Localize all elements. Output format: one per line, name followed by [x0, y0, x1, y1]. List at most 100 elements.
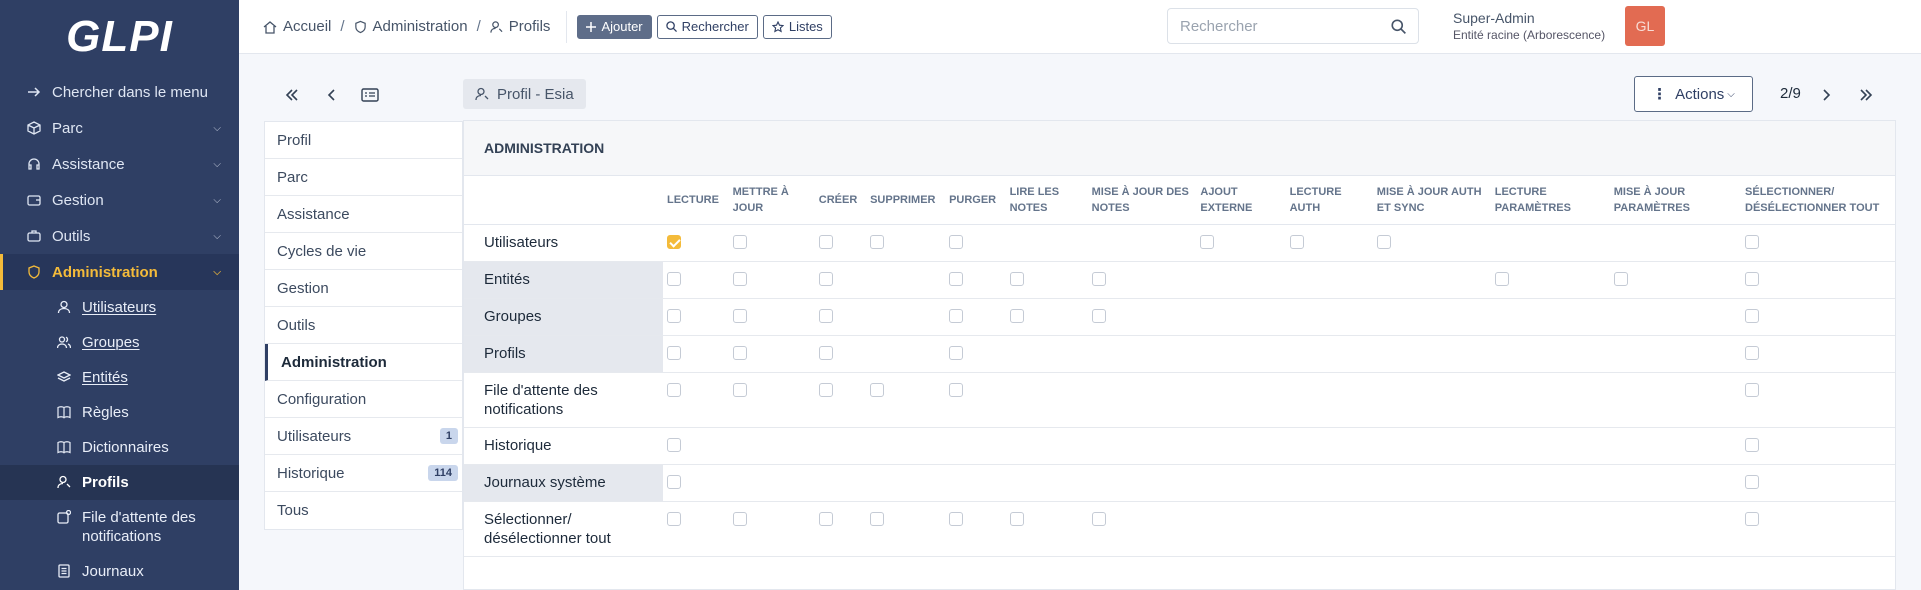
right-checkbox[interactable] — [667, 382, 681, 397]
sidebar-item-groupes[interactable]: Groupes — [0, 325, 239, 360]
right-checkbox[interactable] — [949, 511, 964, 526]
sidebar-item-journaux[interactable]: Journaux — [0, 554, 239, 589]
breadcrumb-home[interactable]: Accueil — [283, 18, 331, 35]
breadcrumb-administration[interactable]: Administration — [373, 18, 468, 35]
next-item-icon[interactable] — [1814, 83, 1838, 107]
right-checkbox[interactable] — [1745, 511, 1760, 526]
breadcrumb-profils[interactable]: Profils — [509, 18, 551, 35]
right-checkbox[interactable] — [1745, 437, 1760, 452]
right-checkbox[interactable] — [1200, 234, 1215, 249]
first-item-icon[interactable] — [280, 83, 304, 107]
right-checkbox[interactable] — [667, 234, 681, 249]
right-checkbox[interactable] — [818, 511, 833, 526]
sidebar-section-administration[interactable]: Administration ⌵ — [0, 254, 239, 290]
right-checkbox[interactable] — [818, 345, 833, 360]
right-checkbox[interactable] — [1745, 474, 1760, 489]
right-checkbox[interactable] — [667, 308, 681, 323]
column-header: Mise à jour paramètres — [1609, 176, 1742, 225]
right-checkbox[interactable] — [949, 345, 964, 360]
sidebar-item-dictionnaires[interactable]: Dictionnaires — [0, 430, 239, 465]
right-checkbox[interactable] — [732, 308, 747, 323]
search-button[interactable]: Rechercher — [656, 14, 758, 39]
sidebar-item-notifications-queue[interactable]: File d'attente des notifications — [0, 500, 239, 554]
right-checkbox[interactable] — [732, 511, 747, 526]
tab-administration[interactable]: Administration — [265, 344, 462, 381]
right-checkbox[interactable] — [667, 345, 681, 360]
right-checkbox[interactable] — [1091, 511, 1106, 526]
sidebar-section-assistance[interactable]: Assistance ⌵ — [0, 146, 239, 182]
right-checkbox[interactable] — [949, 382, 964, 397]
glpi-logo[interactable]: GLPI — [0, 0, 239, 74]
tab-cycles-de-vie[interactable]: Cycles de vie — [265, 233, 462, 270]
sidebar-item-utilisateurs[interactable]: Utilisateurs — [0, 290, 239, 325]
right-checkbox[interactable] — [818, 308, 833, 323]
right-checkbox[interactable] — [667, 474, 681, 489]
right-checkbox[interactable] — [1745, 234, 1760, 249]
right-checkbox[interactable] — [1091, 308, 1106, 323]
right-checkbox[interactable] — [1091, 271, 1106, 286]
right-checkbox[interactable] — [732, 234, 747, 249]
right-checkbox[interactable] — [949, 234, 964, 249]
right-checkbox[interactable] — [870, 234, 885, 249]
right-checkbox[interactable] — [1745, 308, 1760, 323]
right-checkbox[interactable] — [1376, 234, 1391, 249]
sidebar-item-profils[interactable]: Profils — [0, 465, 239, 500]
right-checkbox[interactable] — [732, 271, 747, 286]
right-checkbox[interactable] — [1494, 271, 1509, 286]
right-checkbox[interactable] — [1613, 271, 1628, 286]
global-search-input[interactable]: Rechercher — [1167, 8, 1419, 44]
tabs-list: Profil Parc Assistance Cycles de vie Ges… — [264, 121, 463, 530]
table-row: Journaux système — [464, 464, 1895, 502]
tab-utilisateurs[interactable]: Utilisateurs 1 — [265, 418, 462, 455]
tab-gestion[interactable]: Gestion — [265, 270, 462, 307]
actions-button[interactable]: ⋮ Actions ⌵ — [1634, 76, 1753, 112]
right-checkbox[interactable] — [1745, 382, 1760, 397]
right-checkbox[interactable] — [818, 271, 833, 286]
right-checkbox[interactable] — [667, 511, 681, 526]
right-checkbox[interactable] — [1009, 308, 1024, 323]
add-button[interactable]: Ajouter — [577, 14, 652, 39]
right-checkbox[interactable] — [949, 271, 964, 286]
menu-search[interactable]: Chercher dans le menu — [0, 74, 239, 110]
tab-configuration[interactable]: Configuration — [265, 381, 462, 418]
right-checkbox[interactable] — [1009, 271, 1024, 286]
search-icon[interactable] — [1391, 18, 1406, 34]
right-checkbox[interactable] — [870, 382, 885, 397]
right-checkbox[interactable] — [732, 345, 747, 360]
right-checkbox[interactable] — [870, 511, 885, 526]
column-header: Lecture paramètres — [1490, 176, 1610, 225]
right-checkbox[interactable] — [818, 382, 833, 397]
users-icon — [56, 334, 72, 350]
book-icon — [56, 404, 72, 420]
sidebar-section-outils[interactable]: Outils ⌵ — [0, 218, 239, 254]
sidebar-item-entites[interactable]: Entités — [0, 360, 239, 395]
tab-outils[interactable]: Outils — [265, 307, 462, 344]
right-checkbox[interactable] — [1745, 345, 1760, 360]
right-checkbox[interactable] — [1289, 234, 1304, 249]
last-item-icon[interactable] — [1854, 83, 1878, 107]
chevron-down-icon: ⌵ — [213, 230, 221, 242]
column-header: Purger — [945, 176, 1006, 225]
avatar[interactable]: GL — [1625, 6, 1665, 46]
tab-historique[interactable]: Historique 114 — [265, 455, 462, 492]
right-checkbox[interactable] — [818, 234, 833, 249]
lists-button[interactable]: Listes — [762, 14, 832, 39]
sidebar-item-regles[interactable]: Règles — [0, 395, 239, 430]
right-checkbox[interactable] — [667, 437, 681, 452]
list-view-icon[interactable] — [358, 83, 382, 107]
tab-parc[interactable]: Parc — [265, 159, 462, 196]
right-checkbox[interactable] — [732, 382, 747, 397]
tab-tous[interactable]: Tous — [265, 492, 462, 529]
right-checkbox[interactable] — [949, 308, 964, 323]
right-checkbox[interactable] — [667, 271, 681, 286]
previous-item-icon[interactable] — [320, 83, 344, 107]
right-checkbox[interactable] — [1745, 271, 1760, 286]
row-label: Historique — [464, 427, 663, 465]
tab-assistance[interactable]: Assistance — [265, 196, 462, 233]
tab-profil[interactable]: Profil — [265, 122, 462, 159]
user-menu[interactable]: Super-Admin Entité racine (Arborescence) — [1453, 10, 1605, 44]
sidebar-section-gestion[interactable]: Gestion ⌵ — [0, 182, 239, 218]
right-checkbox[interactable] — [1009, 511, 1024, 526]
sidebar-section-parc[interactable]: Parc ⌵ — [0, 110, 239, 146]
home-icon — [263, 20, 277, 34]
